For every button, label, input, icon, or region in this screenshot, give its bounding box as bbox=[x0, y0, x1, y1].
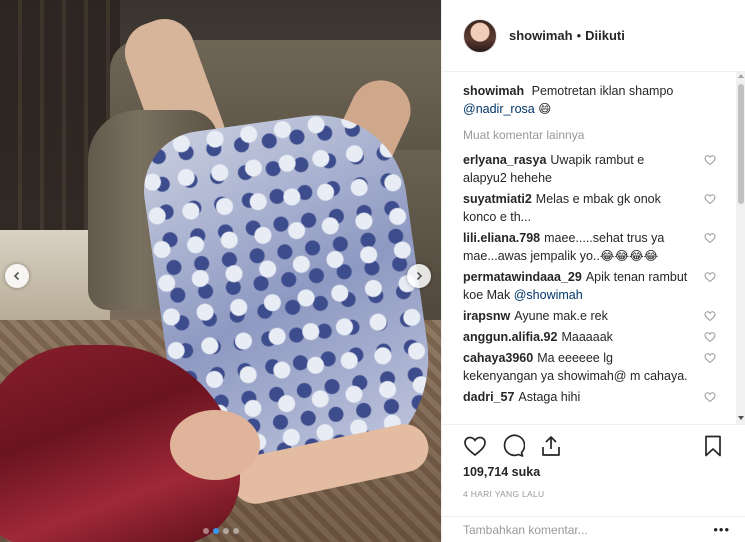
comment-username[interactable]: cahaya3960 bbox=[463, 351, 533, 365]
comment-like-heart-icon[interactable] bbox=[704, 193, 716, 205]
follow-status-button[interactable]: Diikuti bbox=[585, 28, 625, 43]
likes-count[interactable]: 109,714 suka bbox=[463, 465, 725, 479]
comment-like-heart-icon[interactable] bbox=[704, 271, 716, 283]
carousel-dot bbox=[232, 528, 239, 534]
comment-icon bbox=[503, 434, 526, 457]
comment-item: dadri_57 Astaga hihi bbox=[463, 388, 720, 406]
post-actions: 109,714 suka 4 HARI YANG LALU bbox=[442, 424, 745, 516]
comments-list: showimah Pemotretan iklan shampo @nadir_… bbox=[442, 72, 736, 424]
comment-item: anggun.alifia.92 Maaaaak bbox=[463, 328, 720, 346]
comment-like-heart-icon[interactable] bbox=[704, 154, 716, 166]
comments-scrollbar[interactable] bbox=[736, 72, 745, 424]
add-comment-bar: ••• bbox=[442, 516, 745, 542]
comment-like-heart-icon[interactable] bbox=[704, 331, 716, 343]
comment-like-heart-icon[interactable] bbox=[704, 232, 716, 244]
carousel-dot bbox=[222, 528, 229, 534]
comment-text: Ayune mak.e rek bbox=[514, 309, 608, 323]
caption-text: Pemotretan iklan shampo bbox=[531, 84, 674, 98]
comment-mention[interactable]: @showimah bbox=[514, 288, 583, 302]
comment-username[interactable]: irapsnw bbox=[463, 309, 510, 323]
comment-item: irapsnw Ayune mak.e rek bbox=[463, 307, 720, 325]
caption-username[interactable]: showimah bbox=[463, 84, 524, 98]
post-photo[interactable] bbox=[0, 0, 441, 542]
share-button[interactable] bbox=[539, 434, 563, 458]
load-more-comments-link[interactable]: Muat komentar lainnya bbox=[463, 128, 720, 142]
comment-username[interactable]: dadri_57 bbox=[463, 390, 514, 404]
share-icon bbox=[542, 436, 560, 456]
post-header: showimah • Diikuti bbox=[442, 0, 745, 72]
comment-username[interactable]: erlyana_rasya bbox=[463, 153, 546, 167]
comment-button[interactable] bbox=[501, 434, 526, 458]
face bbox=[170, 410, 260, 480]
more-options-button[interactable]: ••• bbox=[713, 522, 730, 537]
comment-like-heart-icon[interactable] bbox=[704, 352, 716, 364]
avatar[interactable] bbox=[463, 18, 497, 53]
chevron-right-icon bbox=[416, 271, 423, 281]
carousel-dot bbox=[202, 528, 209, 534]
bookmark-icon bbox=[705, 435, 721, 457]
caption-mention[interactable]: @nadir_rosa bbox=[463, 102, 535, 116]
comment-like-heart-icon[interactable] bbox=[704, 391, 716, 403]
post-timestamp[interactable]: 4 HARI YANG LALU bbox=[463, 489, 725, 499]
action-icons-row bbox=[463, 428, 725, 464]
comment-item: suyatmiati2 Melas e mbak gk onok konco e … bbox=[463, 190, 720, 226]
post-caption: showimah Pemotretan iklan shampo @nadir_… bbox=[463, 82, 720, 118]
comment-username[interactable]: anggun.alifia.92 bbox=[463, 330, 557, 344]
comment-text: Astaga hihi bbox=[518, 390, 581, 404]
comment-input[interactable] bbox=[463, 522, 714, 537]
scroll-thumb[interactable] bbox=[738, 84, 744, 204]
like-button[interactable] bbox=[463, 434, 487, 458]
caption-emoji: 😄 bbox=[538, 102, 552, 116]
save-button[interactable] bbox=[701, 434, 725, 458]
comment-item: erlyana_rasya Uwapik rambut e alapyu2 heh… bbox=[463, 151, 720, 187]
post-panel: showimah • Diikuti showimah Pemotretan i… bbox=[441, 0, 745, 542]
author-username[interactable]: showimah bbox=[509, 28, 573, 43]
scroll-down-arrow[interactable] bbox=[738, 416, 744, 420]
next-slide-button[interactable] bbox=[407, 264, 431, 288]
comment-item: cahaya3960 Ma eeeeee lg kekenyangan ya sh… bbox=[463, 349, 720, 385]
comment-like-heart-icon[interactable] bbox=[704, 310, 716, 322]
comment-rows: erlyana_rasya Uwapik rambut e alapyu2 heh… bbox=[463, 151, 720, 406]
comment-username[interactable]: suyatmiati2 bbox=[463, 192, 532, 206]
prev-slide-button[interactable] bbox=[5, 264, 29, 288]
header-separator: • bbox=[576, 28, 582, 43]
scroll-up-arrow[interactable] bbox=[738, 74, 744, 78]
comment-item: lili.eliana.798 maee.....sehat trus ya ma… bbox=[463, 229, 720, 265]
carousel-dots bbox=[0, 528, 441, 534]
comment-username[interactable]: lili.eliana.798 bbox=[463, 231, 540, 245]
heart-icon bbox=[464, 436, 486, 457]
comment-username[interactable]: permatawindaaa_29 bbox=[463, 270, 582, 284]
chevron-left-icon bbox=[13, 271, 20, 281]
comment-item: permatawindaaa_29 Apik tenan rambut koe M… bbox=[463, 268, 720, 304]
comment-text: Maaaaak bbox=[561, 330, 613, 344]
photo-scene bbox=[0, 0, 441, 542]
carousel-dot bbox=[212, 528, 219, 534]
